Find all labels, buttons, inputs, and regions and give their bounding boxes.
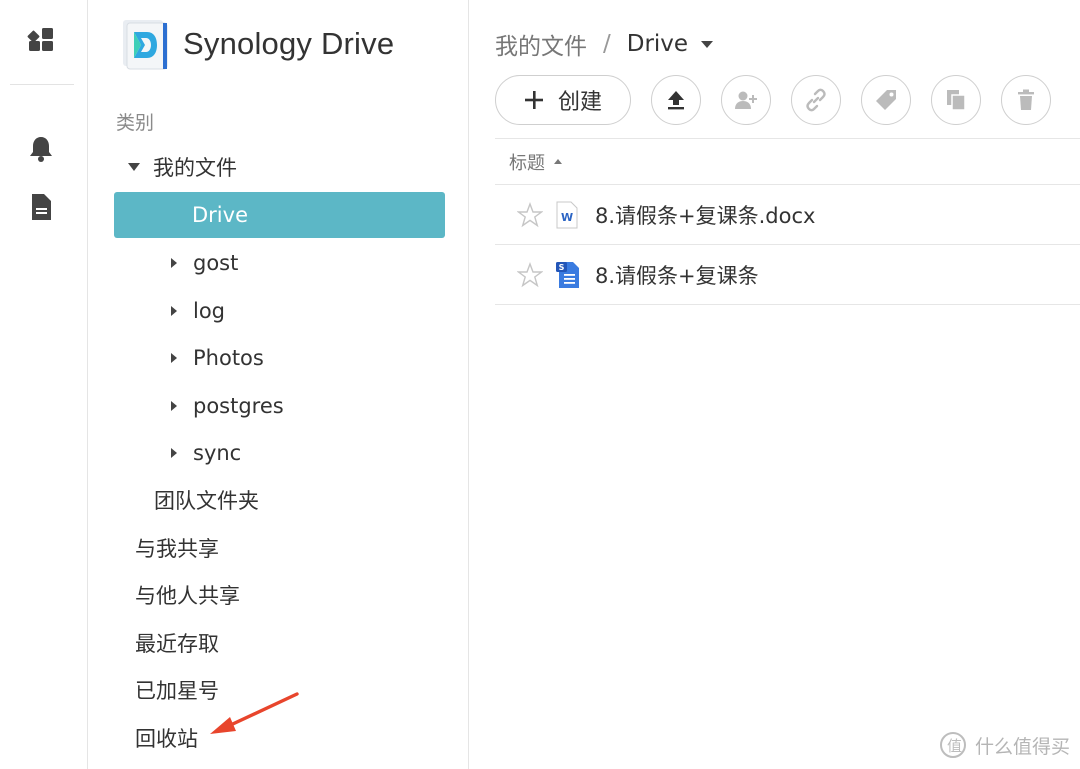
left-rail	[0, 0, 88, 769]
svg-text:值: 值	[947, 737, 962, 755]
sidebar-item-log[interactable]: log	[165, 288, 225, 334]
create-button[interactable]: 创建	[495, 75, 631, 125]
file-row[interactable]: W 8.请假条+复课条.docx	[495, 185, 1080, 245]
svg-text:W: W	[561, 211, 573, 224]
sidebar-item-recent[interactable]: 最近存取	[135, 620, 219, 666]
file-name: 8.请假条+复课条	[595, 263, 759, 288]
sidebar-item-label: 已加星号	[135, 679, 219, 703]
plus-icon	[524, 90, 544, 110]
sidebar-item-recycle-bin[interactable]: 回收站	[135, 715, 198, 761]
breadcrumb-separator: /	[603, 31, 611, 57]
add-user-icon	[733, 89, 759, 111]
dashboard-icon[interactable]	[26, 24, 56, 54]
caret-right-icon[interactable]	[165, 352, 183, 364]
sidebar-item-label: postgres	[193, 394, 284, 418]
app-window: Synology Drive 类别 我的文件 Drive gost log Ph…	[0, 0, 1080, 769]
sidebar-item-label: log	[193, 299, 226, 323]
delete-button[interactable]	[1001, 75, 1051, 125]
share-user-button[interactable]	[721, 75, 771, 125]
caret-right-icon[interactable]	[165, 305, 183, 317]
word-file-icon: W	[555, 201, 581, 229]
sidebar-item-shared-with-me[interactable]: 与我共享	[135, 525, 219, 571]
watermark-text: 什么值得买	[974, 735, 1070, 758]
trash-icon	[1016, 89, 1036, 111]
sidebar-item-label: 回收站	[135, 727, 198, 751]
file-row[interactable]: S 8.请假条+复课条	[495, 245, 1080, 305]
caret-right-icon[interactable]	[165, 257, 183, 269]
sidebar-item-team-folder[interactable]: 团队文件夹	[154, 477, 259, 523]
sort-asc-icon[interactable]	[553, 158, 563, 165]
sidebar-item-label: gost	[193, 251, 239, 275]
svg-text:S: S	[559, 263, 565, 272]
brand: Synology Drive	[119, 18, 394, 70]
column-title[interactable]: 标题	[509, 149, 545, 175]
breadcrumb-root[interactable]: 我的文件	[495, 27, 587, 61]
breadcrumb-current[interactable]: Drive	[627, 31, 688, 57]
sidebar-item-postgres[interactable]: postgres	[165, 383, 284, 429]
sidebar-item-shared-with-others[interactable]: 与他人共享	[135, 572, 240, 618]
sidebar-item-label: 与他人共享	[135, 584, 240, 608]
sidebar-item-label: 与我共享	[135, 537, 219, 561]
sidebar-item-label: 最近存取	[135, 632, 219, 656]
chevron-down-icon[interactable]	[700, 40, 714, 49]
create-label: 创建	[557, 90, 602, 115]
synology-doc-icon: S	[555, 261, 581, 289]
sidebar-item-label: 团队文件夹	[154, 489, 259, 513]
sidebar-item-label: sync	[193, 441, 242, 465]
file-name: 8.请假条+复课条.docx	[595, 203, 816, 228]
copy-button[interactable]	[931, 75, 981, 125]
rail-divider	[10, 84, 74, 85]
sidebar-item-label: Photos	[193, 346, 264, 370]
sidebar-item-label: 我的文件	[153, 156, 237, 180]
upload-icon	[665, 89, 687, 111]
tag-button[interactable]	[861, 75, 911, 125]
star-icon[interactable]	[517, 201, 543, 228]
category-label: 类别	[116, 112, 155, 134]
watermark-logo-icon: 值	[939, 731, 967, 759]
upload-button[interactable]	[651, 75, 701, 125]
synology-drive-logo-icon	[119, 18, 171, 70]
sidebar-item-sync[interactable]: sync	[165, 430, 241, 476]
app-name: Synology Drive	[183, 26, 395, 61]
list-header: 标题	[495, 138, 1080, 185]
document-icon[interactable]	[26, 192, 56, 222]
copy-icon	[945, 88, 967, 112]
sidebar-item-label: Drive	[192, 203, 248, 227]
sidebar: Synology Drive 类别 我的文件 Drive gost log Ph…	[89, 0, 469, 769]
sidebar-item-starred[interactable]: 已加星号	[135, 667, 219, 713]
caret-right-icon[interactable]	[165, 400, 183, 412]
toolbar: 创建	[495, 75, 1071, 125]
caret-down-icon	[125, 162, 143, 172]
sidebar-item-photos[interactable]: Photos	[165, 335, 264, 381]
watermark: 值 什么值得买	[939, 731, 1070, 759]
sidebar-item-my-files[interactable]: 我的文件	[125, 144, 237, 190]
tag-icon	[874, 88, 898, 112]
caret-right-icon[interactable]	[165, 447, 183, 459]
star-icon[interactable]	[517, 261, 543, 288]
link-button[interactable]	[791, 75, 841, 125]
link-icon	[804, 88, 828, 112]
main-panel: 我的文件 / Drive 创建 标题 W 8.请假条+复课条.docx S 8.…	[470, 0, 1080, 769]
sidebar-item-drive[interactable]: Drive	[114, 192, 445, 238]
sidebar-item-gost[interactable]: gost	[165, 240, 238, 286]
bell-icon[interactable]	[26, 134, 56, 164]
breadcrumb: 我的文件 / Drive	[495, 26, 714, 62]
